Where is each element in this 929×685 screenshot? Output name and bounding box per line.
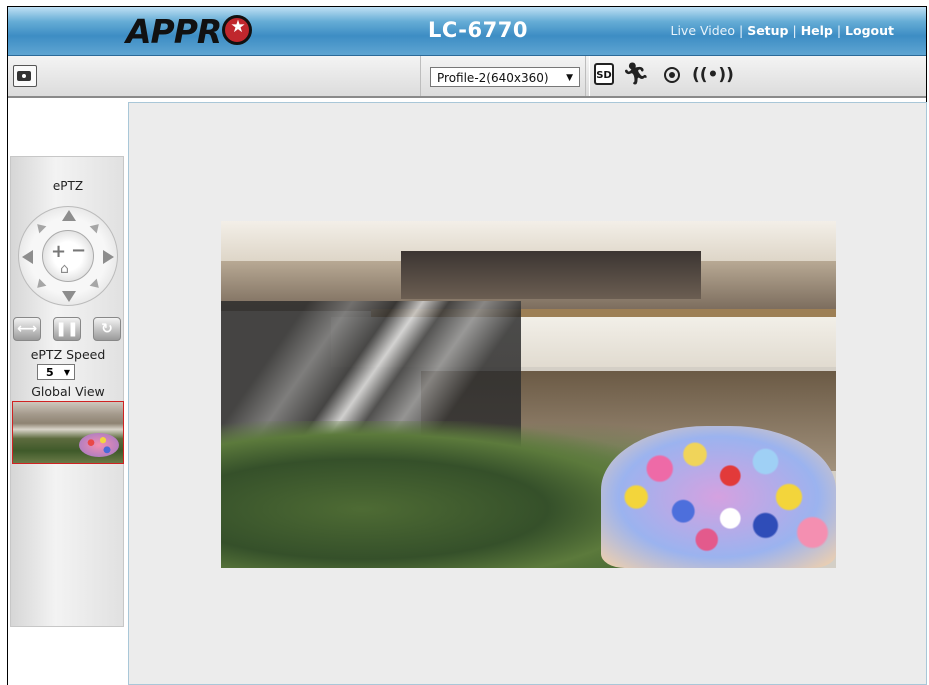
header-bar: APPR LC-6770 Live Video | Setup | Help |…: [8, 7, 926, 56]
zoom-out-button[interactable]: −: [71, 240, 86, 261]
eptz-speed-select[interactable]: 5 ▼: [37, 364, 75, 380]
horizontal-patrol-button[interactable]: ⟷: [13, 317, 41, 341]
eptz-panel: ePTZ + − ⌂ ⟷ ❚❚ ↻ ePTZ Speed 5 ▼ Global V…: [10, 156, 124, 627]
help-link[interactable]: Help: [801, 23, 833, 38]
brand-logo: APPR: [126, 12, 253, 51]
toolbar-divider: [585, 56, 590, 96]
toolbar-left-section: [8, 56, 421, 96]
chevron-down-icon: ▼: [63, 368, 70, 377]
home-icon[interactable]: ⌂: [60, 261, 69, 277]
chevron-down-icon: ▼: [566, 73, 573, 83]
eptz-speed-label: ePTZ Speed: [30, 347, 106, 362]
global-view-thumbnail[interactable]: [12, 401, 124, 464]
pan-up-arrow-icon[interactable]: [62, 210, 76, 221]
top-nav: Live Video | Setup | Help | Logout: [670, 23, 895, 38]
alarm-light-icon[interactable]: ((•)): [692, 63, 734, 87]
live-video-link[interactable]: Live Video: [671, 23, 736, 38]
toolbar: Profile-2(640x360) ▼ SD 🏃︎ ((•)): [8, 56, 926, 98]
camera-snapshot-icon[interactable]: [13, 65, 37, 87]
video-area: [128, 102, 927, 685]
sd-card-icon[interactable]: SD: [594, 63, 614, 85]
ptz-center-control: + − ⌂: [42, 230, 94, 282]
model-title: LC-6770: [428, 18, 528, 42]
logout-link[interactable]: Logout: [845, 23, 894, 38]
live-video-stream[interactable]: [221, 221, 836, 568]
pan-right-arrow-icon[interactable]: [103, 250, 114, 264]
ptz-direction-pad: + − ⌂: [18, 206, 118, 306]
pause-button[interactable]: ❚❚: [53, 317, 81, 341]
pan-down-left-arrow-icon[interactable]: [33, 278, 47, 292]
pan-down-right-arrow-icon[interactable]: [89, 278, 103, 292]
pan-down-arrow-icon[interactable]: [62, 291, 76, 302]
pan-up-left-arrow-icon[interactable]: [33, 220, 47, 234]
motion-running-icon[interactable]: 🏃︎: [622, 63, 650, 87]
pan-left-arrow-icon[interactable]: [22, 250, 33, 264]
profile-select[interactable]: Profile-2(640x360) ▼: [430, 67, 580, 87]
global-view-label: Global View: [31, 384, 105, 399]
zoom-in-button[interactable]: +: [51, 241, 66, 262]
auto-rotate-button[interactable]: ↻: [93, 317, 121, 341]
eptz-title: ePTZ: [52, 179, 84, 193]
pan-up-right-arrow-icon[interactable]: [89, 220, 103, 234]
record-icon[interactable]: [664, 67, 680, 83]
setup-link[interactable]: Setup: [747, 23, 788, 38]
